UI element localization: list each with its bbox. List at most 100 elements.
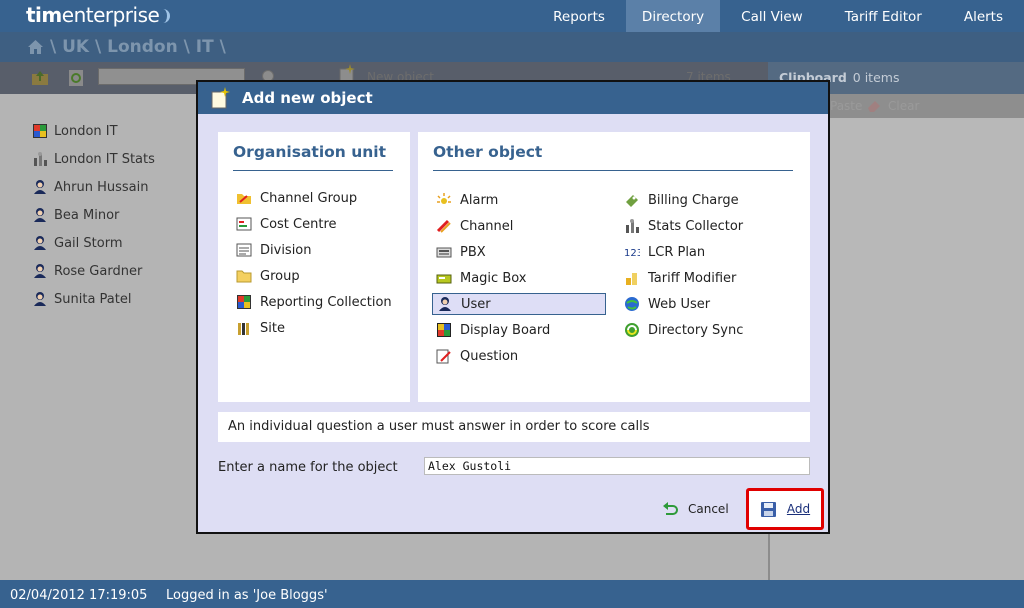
divider	[233, 170, 393, 171]
clipboard-count: 0 items	[852, 70, 900, 85]
object-type-billing-charge[interactable]: Billing Charge	[620, 189, 790, 211]
object-type-label: Channel	[460, 218, 514, 234]
folder-up-icon[interactable]	[30, 68, 50, 88]
tree-item[interactable]: Sunita Patel	[32, 289, 131, 309]
object-type-user[interactable]: User	[432, 293, 606, 315]
breadcrumb-path[interactable]: \ UK \ London \ IT \	[50, 37, 226, 57]
breadcrumb: \ UK \ London \ IT \	[27, 37, 226, 57]
nav-reports[interactable]: Reports	[532, 0, 626, 32]
tree-item-label: Bea Minor	[54, 207, 120, 223]
object-type-label: Alarm	[460, 192, 499, 208]
object-type-label: Question	[460, 348, 519, 364]
object-type-magic-box[interactable]: Magic Box	[432, 267, 606, 289]
object-type-label: Billing Charge	[648, 192, 739, 208]
object-type-group[interactable]: Group	[232, 265, 402, 287]
object-type-channel-group[interactable]: Channel Group	[232, 187, 402, 209]
object-type-label: Cost Centre	[260, 216, 337, 232]
object-type-label: PBX	[460, 244, 486, 260]
nav-call-view[interactable]: Call View	[720, 0, 824, 32]
add-button[interactable]: Add	[746, 488, 824, 530]
logo-bold-text: tim	[26, 3, 62, 27]
pbx-icon	[436, 247, 452, 258]
logged-in-text: Logged in as 'Joe Bloggs'	[166, 588, 328, 603]
nav-tariff-editor[interactable]: Tariff Editor	[824, 0, 943, 32]
billing-charge-icon	[626, 195, 638, 207]
tree-item[interactable]: London IT Stats	[32, 149, 155, 169]
object-type-label: Display Board	[460, 322, 551, 338]
cancel-button[interactable]: Cancel	[662, 502, 729, 516]
object-type-label: LCR Plan	[648, 244, 706, 260]
object-type-alarm[interactable]: Alarm	[432, 189, 606, 211]
magic-box-icon	[436, 274, 452, 284]
object-type-tariff-modifier[interactable]: Tariff Modifier	[620, 267, 790, 289]
undo-arrow-icon	[663, 502, 678, 515]
channel-icon	[436, 219, 451, 233]
object-type-lcr-plan[interactable]: 123 LCR Plan	[620, 241, 790, 263]
tree-item[interactable]: Ahrun Hussain	[32, 177, 148, 197]
tree-item[interactable]: Rose Gardner	[32, 261, 142, 281]
object-type-directory-sync[interactable]: Directory Sync	[620, 319, 790, 341]
tree-item[interactable]: London IT	[32, 121, 118, 141]
lcr-plan-icon: 123	[624, 248, 640, 259]
tree-item-label: London IT	[54, 123, 118, 139]
new-object-icon	[211, 87, 230, 109]
directory-sync-icon	[625, 323, 639, 337]
other-object-title: Other object	[433, 143, 543, 161]
group-folder-icon	[236, 270, 252, 283]
channel-group-icon	[237, 194, 251, 204]
user-icon	[439, 297, 451, 311]
object-type-label: Channel Group	[260, 190, 358, 206]
reporting-collection-icon	[33, 124, 47, 138]
clear-button[interactable]: Clear	[866, 99, 919, 113]
reporting-collection-icon	[237, 295, 251, 309]
dialog-title: Add new object	[242, 89, 373, 107]
object-type-stats-collector[interactable]: Stats Collector	[620, 215, 790, 237]
object-type-label: Site	[260, 320, 285, 336]
status-bar: 02/04/2012 17:19:05 Logged in as 'Joe Bl…	[0, 580, 1024, 608]
object-description: An individual question a user must answe…	[218, 412, 810, 442]
object-type-cost-centre[interactable]: Cost Centre	[232, 213, 402, 235]
object-type-label: Web User	[648, 296, 711, 312]
cancel-label: Cancel	[688, 502, 729, 516]
alarm-icon	[437, 193, 451, 204]
tree-item[interactable]: Gail Storm	[32, 233, 122, 253]
web-user-icon	[625, 297, 639, 311]
object-type-label: Tariff Modifier	[648, 270, 737, 286]
stats-collector-icon	[34, 152, 47, 166]
tree-item-label: Rose Gardner	[54, 263, 143, 279]
tree-item-label: London IT Stats	[54, 151, 155, 167]
nav-alerts[interactable]: Alerts	[943, 0, 1024, 32]
user-icon	[34, 236, 46, 250]
object-type-reporting-collection[interactable]: Reporting Collection	[232, 291, 402, 313]
tariff-modifier-icon	[626, 273, 637, 285]
home-icon[interactable]	[27, 39, 44, 55]
organisation-unit-title: Organisation unit	[233, 143, 387, 161]
object-type-label: Group	[260, 268, 300, 284]
app-logo[interactable]: timenterprise	[26, 3, 171, 27]
tree-item-label: Ahrun Hussain	[54, 179, 149, 195]
object-type-question[interactable]: Question	[432, 345, 606, 367]
object-type-label: Division	[260, 242, 312, 258]
object-type-web-user[interactable]: Web User	[620, 293, 790, 315]
object-type-label: Stats Collector	[648, 218, 744, 234]
stats-collector-icon	[626, 219, 639, 233]
other-object-panel: Other object Alarm Channel PBX Magic Box Use…	[418, 132, 810, 402]
logo-swoosh-icon	[160, 9, 171, 23]
division-icon	[236, 243, 252, 257]
tree-item-label: Sunita Patel	[54, 291, 132, 307]
paste-button[interactable]: Paste	[830, 99, 862, 113]
tree-item[interactable]: Bea Minor	[32, 205, 119, 225]
nav-directory[interactable]: Directory	[625, 0, 721, 32]
cost-centre-icon	[236, 217, 252, 231]
organisation-unit-panel: Organisation unit Channel Group Cost Cent…	[218, 132, 410, 402]
object-type-site[interactable]: Site	[232, 317, 402, 339]
object-type-channel[interactable]: Channel	[432, 215, 606, 237]
svg-text:123: 123	[624, 248, 640, 259]
main-nav: Reports Directory Call View Tariff Edito…	[532, 0, 1024, 32]
refresh-icon[interactable]	[66, 68, 86, 88]
object-type-pbx[interactable]: PBX	[432, 241, 606, 263]
object-type-display-board[interactable]: Display Board	[432, 319, 606, 341]
user-icon	[34, 264, 46, 278]
object-name-input[interactable]: Alex Gustoli	[424, 457, 810, 475]
object-type-division[interactable]: Division	[232, 239, 402, 261]
